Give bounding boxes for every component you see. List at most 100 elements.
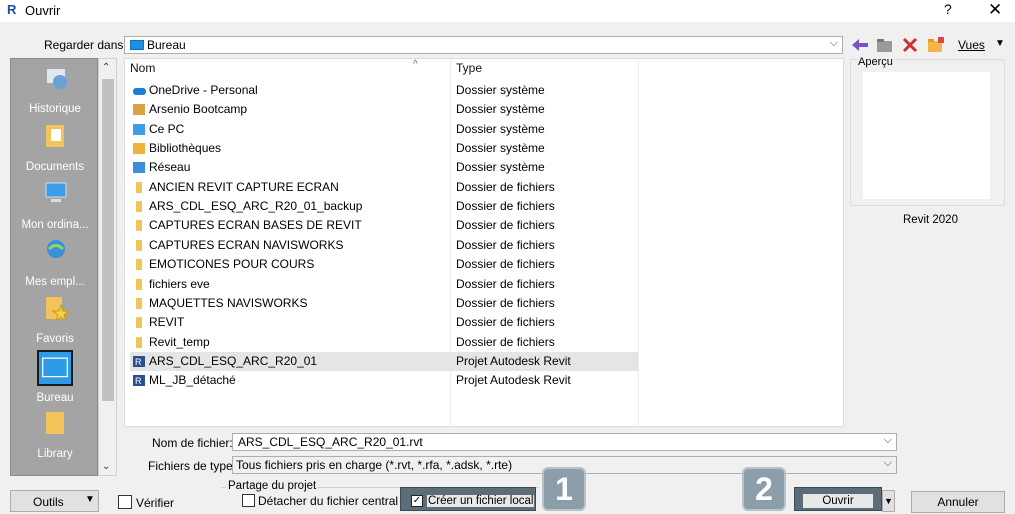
svg-text:R: R	[135, 357, 142, 367]
up-folder-button[interactable]	[875, 36, 895, 54]
onedrive-icon	[132, 84, 146, 97]
dropdown-arrow-icon: ▼	[85, 494, 95, 505]
file-row[interactable]: CAPTURES ECRAN BASES DE REVIT Dossier de …	[130, 216, 555, 235]
file-row[interactable]: R ML_JB_détaché Projet Autodesk Revit	[130, 371, 571, 390]
step-badge-1: 1	[542, 467, 586, 511]
detach-checkbox[interactable]	[242, 494, 255, 507]
back-button[interactable]	[850, 36, 870, 54]
preview-version: Revit 2020	[903, 214, 958, 226]
place-history[interactable]: Historique	[11, 59, 97, 116]
tools-button[interactable]: Outils ▼	[10, 490, 99, 512]
scroll-thumb[interactable]	[102, 79, 114, 401]
place-favorites[interactable]: Favoris	[11, 289, 97, 346]
lookin-dropdown[interactable]: Bureau ⌵	[124, 36, 843, 54]
window-title: Ouvrir	[25, 3, 61, 18]
place-library[interactable]: Library	[11, 404, 97, 461]
lookin-label: Regarder dans:	[44, 38, 127, 52]
places-bar: Historique Documents Mon ordina... Mes e…	[10, 58, 98, 476]
file-row[interactable]: Bibliothèques Dossier système	[130, 139, 545, 158]
create-local-checkbox[interactable]: ✓	[411, 495, 423, 507]
file-type: Dossier de fichiers	[456, 334, 555, 349]
filename-input[interactable]: ARS_CDL_ESQ_ARC_R20_01.rvt ⌵	[232, 433, 897, 451]
filetype-label: Fichiers de type:	[148, 459, 237, 473]
file-row[interactable]: REVIT Dossier de fichiers	[130, 313, 555, 332]
step-badge-2: 2	[742, 467, 786, 511]
desktop-folder-icon	[130, 40, 144, 50]
folder-icon	[132, 297, 146, 310]
scroll-up-icon[interactable]: ⌃	[102, 62, 110, 73]
detach-label: Détacher du fichier central	[258, 494, 399, 508]
file-row[interactable]: CAPTURES ECRAN NAVISWORKS Dossier de fich…	[130, 236, 555, 255]
desktop-icon	[37, 350, 73, 386]
place-more[interactable]	[11, 461, 97, 475]
revit-file-icon: R	[132, 355, 146, 368]
filename-label: Nom de fichier:	[152, 436, 233, 450]
file-row[interactable]: OneDrive - Personal Dossier système	[130, 81, 545, 100]
folder-icon	[132, 219, 146, 232]
file-type: Dossier système	[456, 83, 545, 97]
chevron-down-icon[interactable]: ⌵	[884, 434, 892, 447]
file-name: CAPTURES ECRAN NAVISWORKS	[149, 237, 344, 252]
filetype-value: Tous fichiers pris en charge (*.rvt, *.r…	[236, 458, 513, 472]
place-documents[interactable]: Documents	[11, 117, 97, 174]
revit-app-icon: R	[7, 2, 17, 17]
chevron-down-icon: ⌵	[829, 37, 838, 49]
place-computer[interactable]: Mon ordina...	[11, 174, 97, 231]
folder-icon	[132, 316, 146, 329]
column-divider[interactable]	[638, 59, 639, 428]
views-menu[interactable]: Vues	[958, 38, 985, 52]
open-button[interactable]: Ouvrir	[794, 487, 882, 511]
file-name: REVIT	[149, 315, 185, 330]
file-type: Dossier de fichiers	[456, 179, 555, 194]
network-places-icon	[47, 240, 65, 258]
file-row[interactable]: Arsenio Bootcamp Dossier système	[130, 100, 545, 119]
delete-button[interactable]	[900, 36, 920, 54]
file-type: Dossier système	[456, 160, 545, 175]
title-bar: R Ouvrir ? ✕	[0, 0, 1015, 22]
file-row[interactable]: ANCIEN REVIT CAPTURE ECRAN Dossier de fic…	[130, 178, 555, 197]
column-type-header[interactable]: Type	[456, 61, 482, 81]
file-row[interactable]: Ce PC Dossier système	[130, 120, 545, 139]
new-folder-icon	[928, 37, 944, 52]
file-name: Bibliothèques	[149, 141, 222, 156]
file-type: Dossier système	[456, 121, 545, 136]
column-divider[interactable]	[450, 59, 451, 428]
file-row[interactable]: Revit_temp Dossier de fichiers	[130, 333, 555, 352]
column-name-header[interactable]: Nom	[130, 61, 155, 81]
lookin-value: Bureau	[147, 38, 186, 52]
pc-icon	[132, 123, 146, 136]
file-row[interactable]: R ARS_CDL_ESQ_ARC_R20_01 Projet Autodesk R…	[130, 351, 638, 371]
file-row[interactable]: ARS_CDL_ESQ_ARC_R20_01_backup Dossier de …	[130, 197, 555, 216]
file-row[interactable]: MAQUETTES NAVISWORKS Dossier de fichiers	[130, 294, 555, 313]
file-type: Dossier de fichiers	[456, 295, 555, 310]
cancel-button[interactable]: Annuler	[911, 491, 1005, 513]
folder-icon	[132, 239, 146, 252]
close-button[interactable]: ✕	[988, 0, 1002, 20]
create-local-highlight: ✓ Créer un fichier local	[400, 487, 536, 511]
scroll-down-icon[interactable]: ⌄	[102, 461, 110, 472]
file-name: Revit_temp	[149, 334, 210, 349]
places-scrollbar[interactable]: ⌃ ⌄	[98, 58, 117, 476]
documents-icon	[46, 125, 64, 147]
file-row[interactable]: Réseau Dossier système	[130, 158, 545, 177]
place-desktop[interactable]: Bureau	[11, 346, 97, 404]
open-label: Ouvrir	[803, 494, 873, 508]
tools-label: Outils	[33, 495, 64, 509]
sort-ascending-icon: ^	[413, 59, 418, 70]
open-dropdown-button[interactable]: ▼	[882, 490, 895, 512]
library-icon	[46, 412, 64, 434]
help-button[interactable]: ?	[944, 1, 952, 17]
libraries-icon	[132, 142, 146, 155]
file-name: OneDrive - Personal	[149, 83, 258, 97]
new-folder-button[interactable]	[926, 36, 946, 54]
preview-label: Aperçu	[857, 56, 894, 68]
file-row[interactable]: EMOTICONES POUR COURS Dossier de fichiers	[130, 255, 555, 274]
project-sharing-legend: Partage du projet	[226, 480, 319, 492]
place-network[interactable]: Mes empl...	[11, 231, 97, 288]
verify-label: Vérifier	[136, 496, 175, 510]
file-type: Dossier de fichiers	[456, 199, 555, 214]
folder-icon	[132, 200, 146, 213]
verify-checkbox[interactable]	[118, 495, 132, 509]
file-row[interactable]: fichiers eve Dossier de fichiers	[130, 275, 555, 294]
file-name: ML_JB_détaché	[149, 373, 236, 388]
